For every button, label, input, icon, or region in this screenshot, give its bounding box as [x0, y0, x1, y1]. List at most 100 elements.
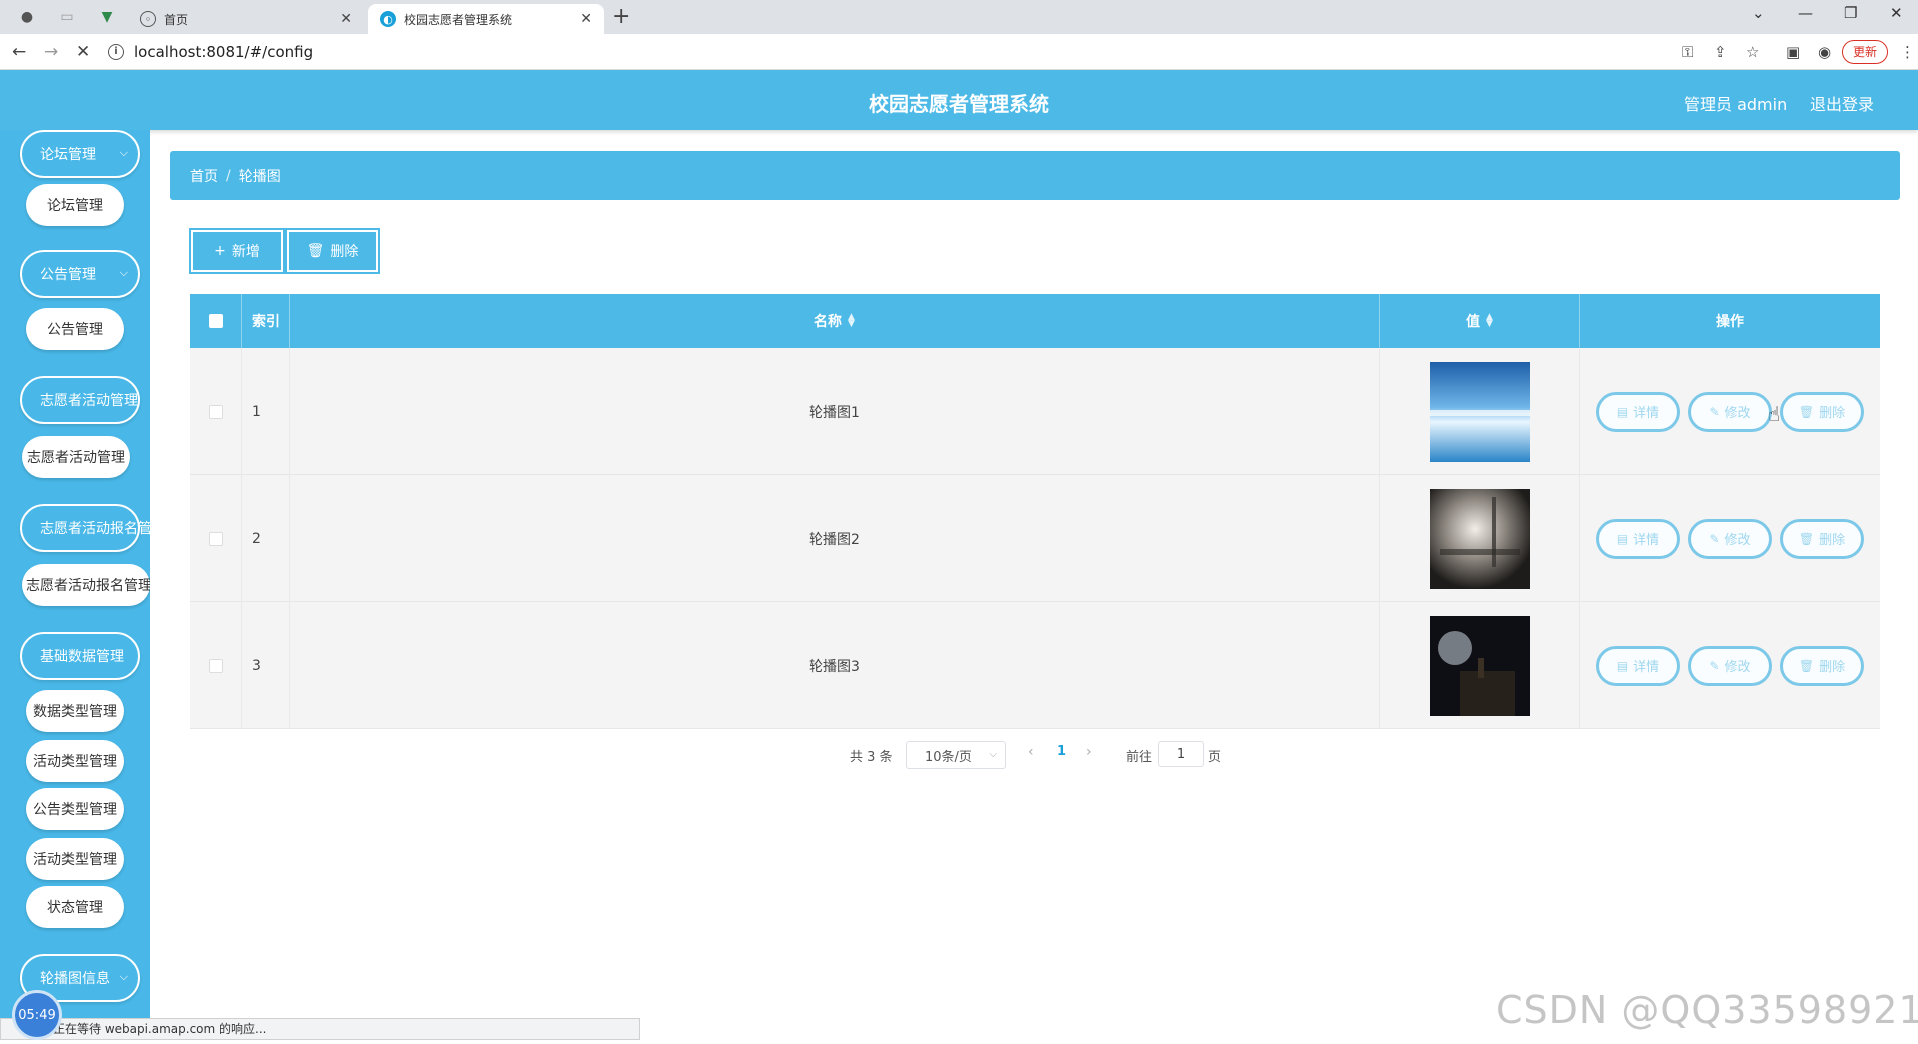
edit-button[interactable]: ✎ 修改 — [1688, 391, 1772, 432]
bulk-delete-button[interactable]: 🗑 删除 — [287, 230, 378, 272]
trash-icon: 🗑 — [1798, 531, 1815, 546]
next-page-icon[interactable]: › — [1086, 744, 1092, 760]
row-index: 3 — [242, 602, 290, 729]
trash-icon: 🗑 — [1798, 658, 1815, 673]
sort-icon[interactable]: ▲ ▼ — [848, 313, 855, 329]
goto-page-input[interactable] — [1158, 741, 1204, 767]
url-field[interactable]: i localhost:8081/#/config — [108, 39, 1688, 65]
chevron-down-icon: ⌵ — [989, 749, 997, 760]
document-icon: ▤ — [1616, 404, 1629, 419]
pencil-icon: ✎ — [1709, 531, 1720, 546]
edit-button[interactable]: ✎ 修改 — [1688, 518, 1772, 559]
sidebar-item-notice[interactable]: 公告管理 — [26, 308, 124, 350]
window-close-icon[interactable]: ✕ — [1890, 4, 1903, 22]
row-index: 2 — [242, 475, 290, 602]
carousel-thumbnail[interactable] — [1429, 488, 1530, 589]
close-icon[interactable]: ✕ — [580, 11, 592, 27]
site-info-icon[interactable]: i — [108, 44, 124, 60]
row-check-cell — [190, 348, 242, 475]
profile-icon[interactable]: ◉ — [1818, 43, 1831, 61]
github-icon[interactable]: ● — [16, 6, 38, 28]
app-header: 校园志愿者管理系统 管理员 admin 退出登录 — [0, 70, 1918, 130]
delete-button[interactable]: 🗑 删除 — [1780, 645, 1864, 686]
select-all-cell — [190, 294, 242, 348]
browser-tabbar: ● ▭ ▼ ◦ 首页 ✕ ◐ 校园志愿者管理系统 ✕ + ⌄ — ❐ ✕ — [0, 0, 1918, 34]
trash-icon: 🗑 — [306, 243, 325, 259]
table-row: 2 轮播图2 ▤ 详情 ✎ 修改 🗑 删除 — [190, 475, 1880, 602]
sidebar-group-signup[interactable]: 志愿者活动报名管 — [20, 504, 150, 552]
row-checkbox[interactable] — [208, 531, 223, 546]
chevron-down-icon: ⌵ — [119, 266, 128, 279]
clock-badge: 05:49 — [12, 990, 62, 1040]
breadcrumb-home[interactable]: 首页 — [190, 166, 218, 186]
prev-page-icon[interactable]: ‹ — [1028, 744, 1034, 760]
row-actions: ▤ 详情 ✎ 修改 🗑 删除 — [1580, 348, 1880, 475]
carousel-thumbnail[interactable] — [1429, 361, 1530, 462]
stop-loading-icon[interactable]: ✕ — [76, 42, 90, 62]
key-icon[interactable]: ⚿ — [1682, 43, 1693, 61]
row-check-cell — [190, 602, 242, 729]
sidebar-group-forum[interactable]: 论坛管理 ⌵ — [20, 130, 140, 178]
minimize-icon[interactable]: — — [1798, 4, 1813, 22]
logout-link[interactable]: 退出登录 — [1810, 91, 1874, 115]
detail-button[interactable]: ▤ 详情 — [1596, 645, 1680, 686]
tab-active[interactable]: ◐ 校园志愿者管理系统 ✕ — [368, 4, 604, 34]
tab-home[interactable]: ◦ 首页 ✕ — [128, 4, 364, 34]
breadcrumb-current: 轮播图 — [238, 168, 281, 185]
tab-search-icon[interactable]: ⌄ — [1752, 4, 1765, 22]
restore-icon[interactable]: ❐ — [1844, 4, 1857, 22]
share-icon[interactable]: ⇪ — [1714, 43, 1727, 61]
row-actions: ▤ 详情 ✎ 修改 🗑 删除 — [1580, 602, 1880, 729]
new-tab-icon[interactable]: + — [612, 4, 630, 29]
table-row: 3 轮播图3 ▤ 详情 ✎ 修改 🗑 删除 — [190, 602, 1880, 729]
browser-update-button[interactable]: 更新 — [1842, 40, 1889, 64]
app-favicon-icon: ◐ — [380, 11, 396, 27]
sort-icon[interactable]: ▲ ▼ — [1486, 313, 1493, 329]
sidebar-item-forum[interactable]: 论坛管理 — [26, 184, 124, 226]
detail-button[interactable]: ▤ 详情 — [1596, 391, 1680, 432]
breadcrumb-separator: / — [226, 167, 231, 184]
col-value[interactable]: 值 ▲ ▼ — [1380, 294, 1580, 348]
blank-tab-icon[interactable]: ▭ — [56, 6, 78, 28]
add-button[interactable]: + 新增 — [191, 230, 283, 272]
forward-icon[interactable]: → — [44, 42, 58, 62]
col-index: 索引 — [242, 294, 290, 348]
bookmark-star-icon[interactable]: ☆ — [1746, 43, 1759, 61]
trash-icon: 🗑 — [1798, 404, 1815, 419]
sidebar-item-status[interactable]: 状态管理 — [26, 886, 124, 928]
breadcrumb: 首页 / 轮播图 — [170, 151, 1900, 200]
carousel-thumbnail[interactable] — [1429, 615, 1530, 716]
sidebar-item-activity[interactable]: 志愿者活动管理 — [22, 436, 130, 478]
table-header: 索引 名称 ▲ ▼ 值 ▲ ▼ 操作 — [190, 294, 1880, 348]
chevron-down-icon: ⌵ — [119, 970, 128, 983]
delete-button[interactable]: 🗑 删除 — [1780, 518, 1864, 559]
browser-status-bar: 正在等待 webapi.amap.com 的响应... — [0, 1018, 640, 1040]
sidebar-item-signup[interactable]: 志愿者活动报名管理 — [22, 564, 150, 606]
browser-menu-icon[interactable]: ⋮ — [1900, 43, 1915, 61]
sidebar-item-datatype[interactable]: 数据类型管理 — [26, 690, 124, 732]
sidebar-item-activitytype-2[interactable]: 活动类型管理 — [26, 838, 124, 880]
row-checkbox[interactable] — [208, 404, 223, 419]
delete-button[interactable]: 🗑 删除 — [1780, 391, 1864, 432]
admin-label: 管理员 admin — [1684, 95, 1788, 114]
edit-button[interactable]: ✎ 修改 — [1688, 645, 1772, 686]
close-icon[interactable]: ✕ — [340, 11, 352, 27]
back-icon[interactable]: ← — [12, 42, 26, 62]
sidebar-item-activitytype[interactable]: 活动类型管理 — [26, 740, 124, 782]
row-check-cell — [190, 475, 242, 602]
row-thumb-cell — [1380, 475, 1580, 602]
vue-icon[interactable]: ▼ — [96, 6, 118, 28]
sidebar-group-basedata[interactable]: 基础数据管理 — [20, 632, 140, 680]
select-all-checkbox[interactable] — [208, 314, 223, 328]
page-size-select[interactable]: 10条/页 ⌵ — [906, 741, 1006, 769]
sidebar-group-notice[interactable]: 公告管理 ⌵ — [20, 250, 140, 298]
document-icon: ▤ — [1616, 531, 1629, 546]
detail-button[interactable]: ▤ 详情 — [1596, 518, 1680, 559]
row-thumb-cell — [1380, 602, 1580, 729]
sidebar-group-activity[interactable]: 志愿者活动管理 — [20, 376, 140, 424]
col-name[interactable]: 名称 ▲ ▼ — [290, 294, 1380, 348]
page-number[interactable]: 1 — [1057, 744, 1066, 759]
row-checkbox[interactable] — [208, 658, 223, 673]
side-panel-icon[interactable]: ▣ — [1786, 43, 1800, 61]
sidebar-item-noticetype[interactable]: 公告类型管理 — [26, 788, 124, 830]
